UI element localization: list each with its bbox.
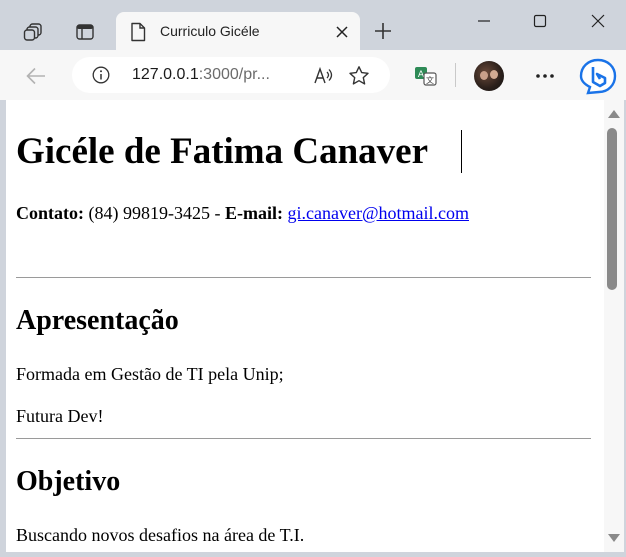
scroll-down-arrow-icon[interactable] [608, 534, 620, 542]
window-bottom-edge [0, 552, 626, 557]
translate-icon[interactable]: A文 [412, 62, 440, 90]
close-icon[interactable] [332, 22, 352, 42]
tab-actions-icon[interactable] [16, 16, 50, 48]
minimize-icon[interactable] [462, 6, 506, 36]
section-heading-objetivo: Objetivo [16, 466, 121, 497]
email-link[interactable]: gi.canaver@hotmail.com [287, 203, 469, 223]
text-cursor [461, 130, 462, 173]
page-content: Gicéle de Fatima Canaver Contato: (84) 9… [6, 100, 604, 552]
active-tab[interactable]: Curriculo Gicéle [116, 12, 360, 52]
back-arrow-icon[interactable] [22, 62, 50, 90]
address-bar[interactable]: 127.0.0.1:3000/pr... [72, 57, 390, 93]
profile-avatar[interactable] [474, 61, 504, 91]
divider [16, 277, 591, 278]
document-icon [130, 22, 146, 46]
apresentacao-line-2: Futura Dev! [16, 406, 104, 426]
scroll-up-arrow-icon[interactable] [608, 110, 620, 118]
plus-icon[interactable] [368, 16, 398, 46]
toolbar-separator [455, 63, 456, 87]
more-icon[interactable] [531, 62, 559, 90]
url-rest: :3000/pr... [198, 66, 270, 83]
info-icon[interactable] [92, 66, 110, 88]
scroll-thumb[interactable] [607, 128, 617, 290]
svg-text:文: 文 [426, 75, 434, 85]
contact-label: Contato: [16, 203, 84, 223]
bing-copilot-icon[interactable] [578, 58, 618, 96]
divider [16, 438, 591, 439]
apresentacao-line-1: Formada em Gestão de TI pela Unip; [16, 364, 284, 384]
tab-title: Curriculo Gicéle [160, 23, 260, 39]
maximize-icon[interactable] [518, 6, 562, 36]
contact-line: Contato: (84) 99819-3425 - E-mail: gi.ca… [16, 203, 469, 224]
section-heading-apresentacao: Apresentação [16, 305, 179, 336]
close-window-icon[interactable] [576, 6, 620, 36]
url-text[interactable]: 127.0.0.1:3000/pr... [132, 66, 270, 84]
read-aloud-icon[interactable] [312, 65, 336, 87]
vertical-tabs-icon[interactable] [68, 16, 102, 48]
page-title: Gicéle de Fatima Canaver [16, 131, 429, 172]
email-label: E-mail: [224, 203, 283, 223]
objetivo-line-1: Buscando novos desafios na área de T.I. [16, 525, 305, 545]
url-host: 127.0.0.1 [132, 66, 199, 83]
vertical-scrollbar[interactable] [604, 100, 624, 552]
tab-strip: Curriculo Gicéle [0, 0, 626, 52]
contact-phone: (84) 99819-3425 - [84, 203, 225, 223]
star-icon[interactable] [346, 64, 372, 88]
